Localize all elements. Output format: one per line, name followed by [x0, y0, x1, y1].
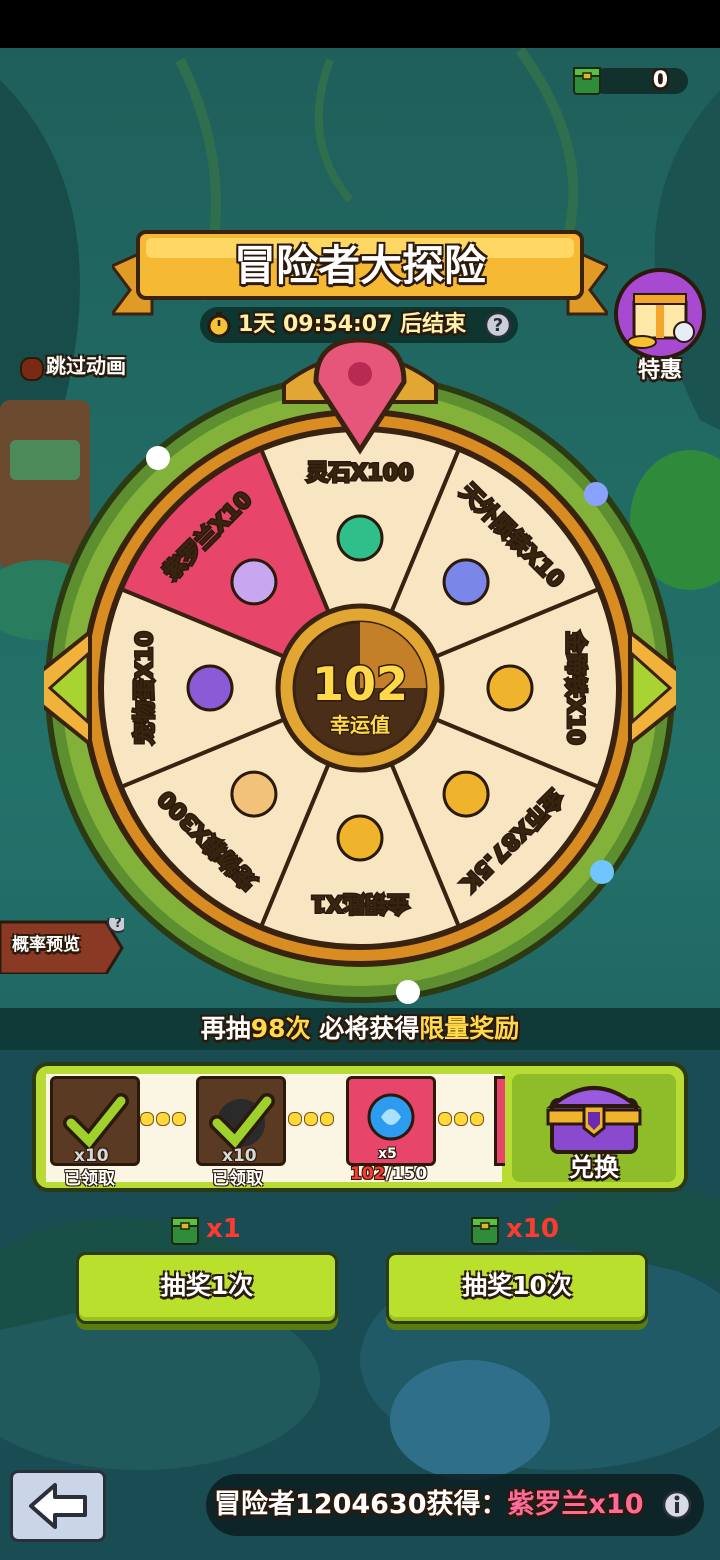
- ticker-text: 冒险者1204630获得：紫罗兰x10: [214, 1474, 644, 1536]
- luck-value: 102: [312, 657, 408, 711]
- progress-dot: [470, 1112, 484, 1126]
- progress-current: 102: [350, 1164, 386, 1184]
- draw-once-cost: x1: [206, 1214, 241, 1244]
- milestone-2-status: 已领取: [212, 1169, 263, 1189]
- progress-total: /150: [385, 1164, 428, 1184]
- milestone-track: x10 已领取 x10 已领取 x5 102/150 兑换: [32, 1062, 688, 1192]
- guarantee-count: 98次: [250, 1014, 311, 1043]
- ticker-player: 冒险者1204630获得：: [214, 1489, 508, 1520]
- exchange-label: 兑换: [568, 1153, 619, 1182]
- golden-key-icon: [336, 814, 384, 862]
- ticket-icon: [471, 1217, 499, 1245]
- pet-egg-icon: [186, 664, 234, 712]
- milestone-3-qty: x5: [378, 1146, 397, 1162]
- milestone-1-status: 已领取: [64, 1169, 115, 1189]
- svg-text:?: ?: [114, 918, 122, 931]
- exchange-button[interactable]: 兑换: [522, 1076, 666, 1184]
- wheel-segment-label: 金蹄铁X10: [562, 630, 588, 745]
- wheel-segment-label: 灵石X100: [307, 461, 414, 486]
- progress-dot: [172, 1112, 186, 1126]
- treasure-chest-icon: [546, 1086, 642, 1154]
- ticket-count: 0: [652, 68, 668, 93]
- flower-decoration: [146, 446, 170, 470]
- spirit-stone-icon: [336, 514, 384, 562]
- violet-flower-icon: [230, 558, 278, 606]
- probability-preview-button[interactable]: ? 概率预览: [0, 918, 124, 974]
- guarantee-text: 再抽98次 必将获得限量奖励: [0, 1008, 720, 1050]
- milestone-1-qty: x10: [74, 1146, 109, 1166]
- flower-decoration: [396, 980, 420, 1004]
- status-bar: [0, 0, 720, 48]
- progress-dot: [320, 1112, 334, 1126]
- horseshoe-icon: [486, 664, 534, 712]
- info-icon[interactable]: [662, 1490, 692, 1520]
- ticket-icon: [171, 1217, 199, 1245]
- event-title: 冒险者大探险: [233, 241, 486, 290]
- milestone-2-qty: x10: [222, 1146, 257, 1166]
- skip-animation-checkbox[interactable]: [20, 357, 44, 381]
- wheel-segment-label: 宠物蛋X10: [132, 631, 158, 745]
- flower-decoration: [590, 860, 614, 884]
- back-button[interactable]: [10, 1470, 106, 1542]
- meteorite-icon: [442, 558, 490, 606]
- milestone-3-progress: 102/150: [350, 1164, 427, 1184]
- draw-ten-button[interactable]: 抽奖10次: [386, 1252, 648, 1324]
- ticket-counter: 0: [572, 64, 688, 98]
- progress-dot: [438, 1112, 452, 1126]
- back-arrow-icon: [29, 1483, 87, 1529]
- luck-label: 幸运值: [330, 713, 390, 737]
- draw-ten-cost: x10: [506, 1214, 559, 1244]
- milestone-4-partial: [494, 1076, 505, 1166]
- ticker-item: 紫罗兰x10: [507, 1489, 644, 1520]
- progress-dot: [304, 1112, 318, 1126]
- guarantee-banner: 再抽98次 必将获得限量奖励: [0, 1008, 720, 1050]
- guarantee-middle: 必将获得: [310, 1014, 420, 1043]
- progress-dot: [156, 1112, 170, 1126]
- prize-wheel[interactable]: 灵石X100天外陨铁X10金蹄铁X10金币X87.5K金钥匙X1宠物粮X300宠…: [44, 332, 676, 1012]
- progress-dot: [454, 1112, 468, 1126]
- gold-coin-icon: [442, 770, 490, 818]
- progress-dot: [288, 1112, 302, 1126]
- progress-dot: [140, 1112, 154, 1126]
- probability-preview-label: 概率预览: [12, 935, 80, 955]
- guarantee-prefix: 再抽: [200, 1014, 251, 1043]
- reward-ticker: 冒险者1204630获得：紫罗兰x10: [206, 1474, 704, 1536]
- draw-once-button[interactable]: 抽奖1次: [76, 1252, 338, 1324]
- wheel-segment-label: 金钥匙X1: [311, 890, 410, 916]
- pet-food-bone-icon: [230, 770, 278, 818]
- flower-decoration: [584, 482, 608, 506]
- ticket-icon: [573, 67, 601, 95]
- guarantee-reward: 限量奖励: [419, 1014, 520, 1043]
